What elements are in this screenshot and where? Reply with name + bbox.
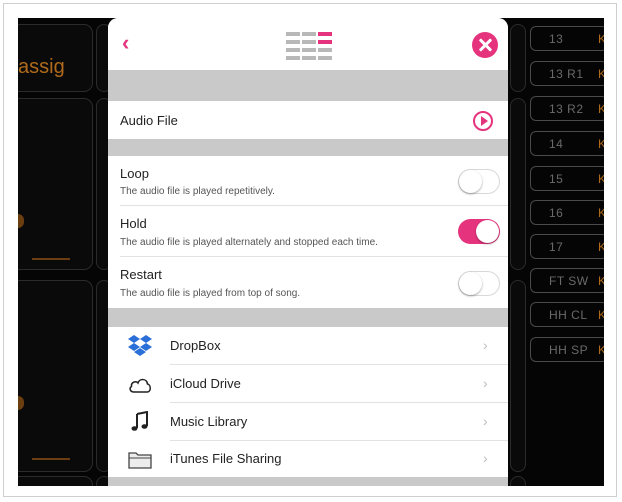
cloud-icon bbox=[129, 378, 151, 393]
option-row-restart: Restart The audio file is played from to… bbox=[108, 257, 508, 308]
pad-grid-icon bbox=[286, 32, 332, 60]
source-row-dropbox[interactable]: DropBox › bbox=[108, 327, 508, 365]
music-note-icon bbox=[131, 411, 148, 431]
restart-toggle[interactable] bbox=[458, 271, 500, 296]
audio-file-modal: ‹ Audio File Loop The audio file is play… bbox=[108, 18, 508, 486]
option-description: The audio file is played from top of son… bbox=[120, 288, 301, 299]
source-row-icloud[interactable]: iCloud Drive › bbox=[108, 365, 508, 403]
section-separator bbox=[108, 139, 508, 156]
source-row-music-library[interactable]: Music Library › bbox=[108, 403, 508, 441]
instrument-button[interactable]: HH SP Ki bbox=[530, 337, 604, 362]
pad-lower[interactable] bbox=[18, 280, 93, 472]
folder-icon bbox=[128, 452, 152, 469]
chevron-right-icon: › bbox=[483, 413, 488, 429]
assign-label: assig bbox=[18, 56, 65, 78]
pad-edge bbox=[510, 98, 526, 270]
kit-label: Ki bbox=[598, 32, 604, 46]
dropbox-icon bbox=[128, 335, 152, 356]
back-button[interactable]: ‹ bbox=[122, 30, 129, 56]
kit-label: Ki bbox=[598, 137, 604, 151]
option-title: Loop bbox=[120, 166, 149, 181]
instrument-button[interactable]: 13 R1 Ki bbox=[530, 61, 604, 86]
pad-edge bbox=[510, 280, 526, 472]
kit-label: Ki bbox=[598, 274, 604, 288]
kit-label: Ki bbox=[598, 240, 604, 254]
instrument-name: 16 bbox=[549, 206, 564, 220]
instrument-button[interactable]: 13 Ki bbox=[530, 26, 604, 51]
chevron-right-icon: › bbox=[483, 337, 488, 353]
instrument-name: HH CL bbox=[549, 308, 588, 322]
source-label: DropBox bbox=[170, 338, 221, 353]
play-icon[interactable] bbox=[473, 111, 493, 131]
kit-label: Ki bbox=[598, 206, 604, 220]
audio-file-row[interactable]: Audio File bbox=[108, 101, 508, 139]
loop-toggle[interactable] bbox=[458, 169, 500, 194]
pad-edge bbox=[510, 24, 526, 92]
section-separator bbox=[108, 70, 508, 101]
audio-file-label: Audio File bbox=[120, 113, 178, 128]
source-label: iTunes File Sharing bbox=[170, 451, 282, 466]
instrument-name: 15 bbox=[549, 172, 564, 186]
instrument-name: 14 bbox=[549, 137, 564, 151]
toggle-knob bbox=[459, 170, 482, 193]
source-label: iCloud Drive bbox=[170, 376, 241, 391]
source-label: Music Library bbox=[170, 414, 248, 429]
section-separator bbox=[108, 477, 508, 486]
instrument-button[interactable]: 17 Ki bbox=[530, 234, 604, 259]
instrument-button[interactable]: 15 Ki bbox=[530, 166, 604, 191]
option-row-hold: Hold The audio file is played alternatel… bbox=[108, 206, 508, 257]
source-row-itunes-file-sharing[interactable]: iTunes File Sharing › bbox=[108, 441, 508, 477]
pad-upper[interactable] bbox=[18, 98, 93, 270]
kit-label: Ki bbox=[598, 308, 604, 322]
pad-level-line bbox=[32, 458, 70, 460]
instrument-name: 13 bbox=[549, 32, 564, 46]
pad-edge bbox=[510, 476, 526, 486]
modal-header: ‹ bbox=[108, 18, 508, 70]
instrument-button[interactable]: FT SW Ki bbox=[530, 268, 604, 293]
option-title: Hold bbox=[120, 216, 147, 231]
instrument-name: 13 R1 bbox=[549, 67, 584, 81]
option-title: Restart bbox=[120, 267, 162, 282]
instrument-name: FT SW bbox=[549, 274, 589, 288]
instrument-button[interactable]: HH CL Ki bbox=[530, 302, 604, 327]
kit-label: Ki bbox=[598, 343, 604, 357]
kit-label: Ki bbox=[598, 102, 604, 116]
hold-toggle[interactable] bbox=[458, 219, 500, 244]
option-row-loop: Loop The audio file is played repetitive… bbox=[108, 156, 508, 206]
pad-bottom[interactable] bbox=[18, 476, 93, 486]
instrument-button[interactable]: 13 R2 Ki bbox=[530, 96, 604, 121]
kit-label: Ki bbox=[598, 172, 604, 186]
app-screen: assig 13 Ki 13 R1 Ki 13 R2 Ki 14 Ki 15 Ki 16 K… bbox=[18, 18, 604, 486]
pad-level-line bbox=[32, 258, 70, 260]
option-description: The audio file is played alternately and… bbox=[120, 237, 378, 248]
instrument-name: HH SP bbox=[549, 343, 589, 357]
instrument-button[interactable]: 16 Ki bbox=[530, 200, 604, 225]
chevron-right-icon: › bbox=[483, 450, 488, 466]
section-separator bbox=[108, 308, 508, 327]
instrument-name: 17 bbox=[549, 240, 564, 254]
toggle-knob bbox=[459, 272, 482, 295]
instrument-name: 13 R2 bbox=[549, 102, 584, 116]
kit-label: Ki bbox=[598, 67, 604, 81]
toggle-knob bbox=[476, 220, 499, 243]
chevron-right-icon: › bbox=[483, 375, 488, 391]
option-description: The audio file is played repetitively. bbox=[120, 186, 275, 197]
close-button[interactable] bbox=[472, 32, 498, 58]
instrument-button[interactable]: 14 Ki bbox=[530, 131, 604, 156]
